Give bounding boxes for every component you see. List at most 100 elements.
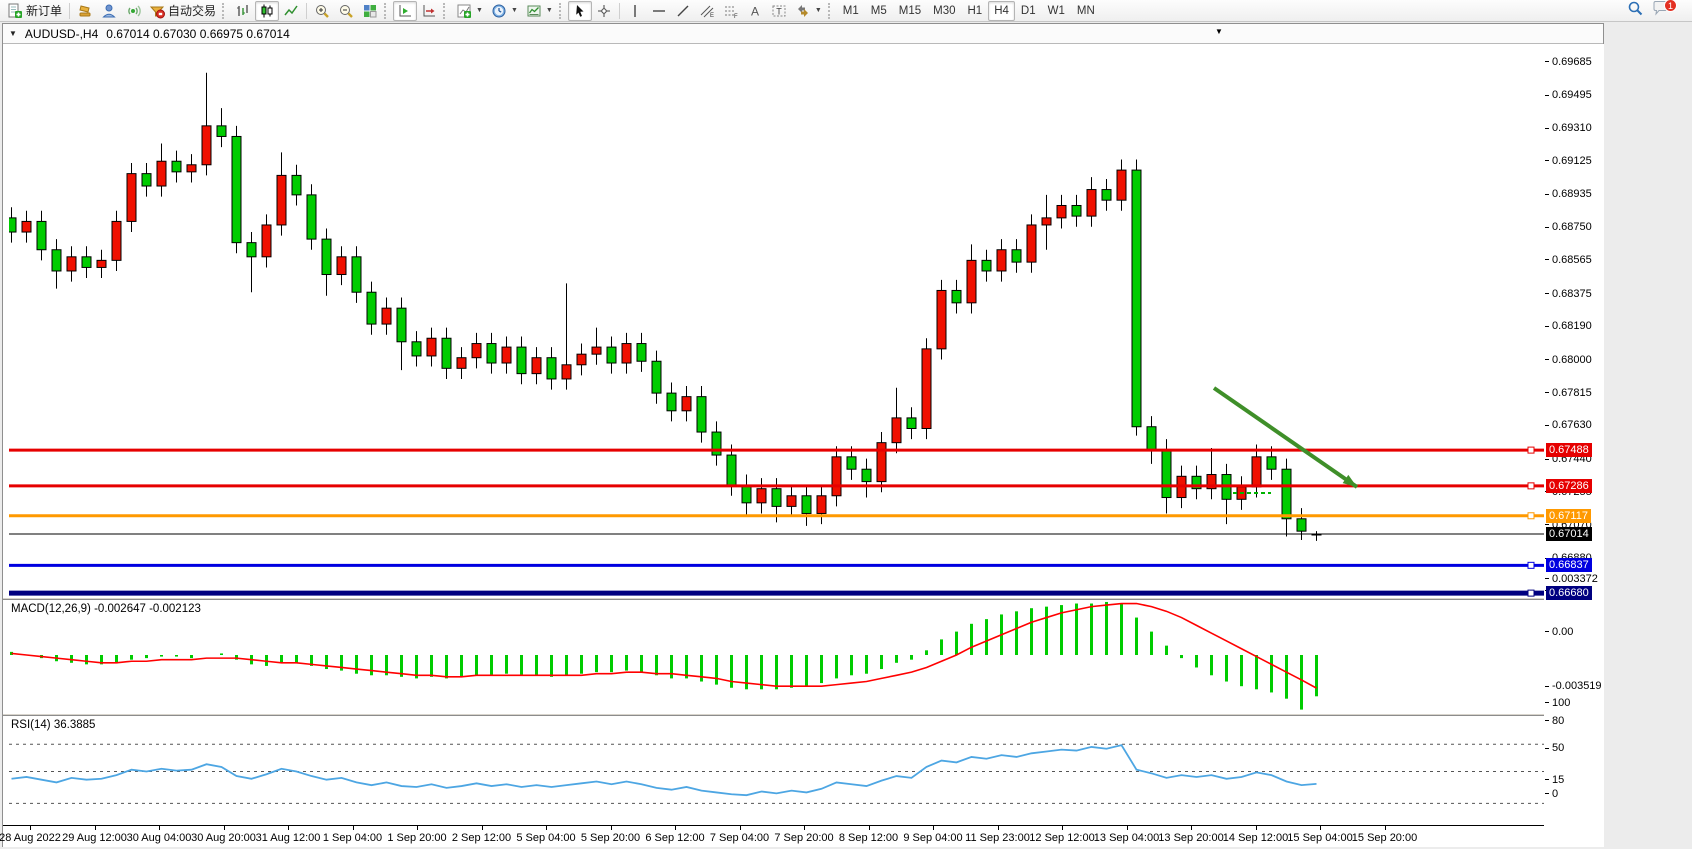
chart-title-bar[interactable]: ▼ AUDUSD-,H4 0.67014 0.67030 0.66975 0.6… <box>3 24 1603 44</box>
candle-body[interactable] <box>247 243 256 257</box>
bar-chart-type-button[interactable] <box>231 1 255 21</box>
candle-body[interactable] <box>1042 218 1051 225</box>
tile-windows-button[interactable] <box>358 1 382 21</box>
candle-body[interactable] <box>382 308 391 324</box>
level-price-label[interactable]: 0.67286 <box>1546 479 1592 493</box>
community-button[interactable] <box>97 1 121 21</box>
level-handle[interactable] <box>1528 513 1534 519</box>
candle-body[interactable] <box>337 257 346 275</box>
candle-body[interactable] <box>532 358 541 374</box>
candle-body[interactable] <box>892 418 901 443</box>
candle-body[interactable] <box>1132 170 1141 427</box>
candle-body[interactable] <box>112 221 121 260</box>
text-button[interactable]: A <box>743 1 767 21</box>
crosshair-button[interactable] <box>592 1 616 21</box>
candle-body[interactable] <box>832 457 841 496</box>
time-axis[interactable]: 28 Aug 202229 Aug 12:0030 Aug 04:0030 Au… <box>3 825 1544 847</box>
level-handle[interactable] <box>1528 483 1534 489</box>
candle-body[interactable] <box>1057 205 1066 217</box>
candle-body[interactable] <box>352 257 361 292</box>
candle-body[interactable] <box>367 292 376 324</box>
candle-body[interactable] <box>97 260 106 267</box>
rsi-pane[interactable] <box>9 716 1544 825</box>
candle-body[interactable] <box>67 257 76 271</box>
candle-body[interactable] <box>1072 205 1081 216</box>
arrows-button[interactable]: ▼ <box>791 1 826 21</box>
candle-body[interactable] <box>862 469 871 481</box>
candle-body[interactable] <box>412 342 421 356</box>
candle-body[interactable] <box>1267 457 1276 469</box>
candle-body[interactable] <box>697 397 706 432</box>
candle-body[interactable] <box>757 489 766 503</box>
level-price-label[interactable]: 0.66680 <box>1546 586 1592 600</box>
candle-body[interactable] <box>142 174 151 186</box>
candle-body[interactable] <box>217 126 226 137</box>
candle-body[interactable] <box>1102 190 1111 201</box>
candle-body[interactable] <box>517 347 526 374</box>
candle-body[interactable] <box>232 136 241 242</box>
zoom-out-button[interactable] <box>334 1 358 21</box>
timeframe-button-MN[interactable]: MN <box>1071 1 1101 21</box>
candle-body[interactable] <box>1162 450 1171 498</box>
candle-body[interactable] <box>847 457 856 469</box>
trendline-button[interactable] <box>671 1 695 21</box>
candle-body[interactable] <box>937 290 946 348</box>
candle-body[interactable] <box>82 257 91 268</box>
candle-body[interactable] <box>787 496 796 507</box>
candle-body[interactable] <box>982 260 991 271</box>
candle-body[interactable] <box>262 225 271 257</box>
search-icon[interactable] <box>1627 0 1644 22</box>
candle-body[interactable] <box>187 165 196 172</box>
candle-body[interactable] <box>442 338 451 368</box>
chart-shift-button[interactable] <box>417 1 441 21</box>
candle-body[interactable] <box>1147 427 1156 450</box>
candle-body[interactable] <box>1282 469 1291 519</box>
autotrade-button[interactable]: 自动交易 <box>145 1 220 21</box>
history-center-button[interactable] <box>73 1 97 21</box>
candle-body[interactable] <box>622 344 631 363</box>
timeframe-button-H1[interactable]: H1 <box>962 1 989 21</box>
candle-body[interactable] <box>9 218 16 232</box>
candle-body[interactable] <box>922 349 931 429</box>
candle-body[interactable] <box>1012 250 1021 262</box>
candle-body[interactable] <box>952 290 961 302</box>
zoom-in-button[interactable] <box>310 1 334 21</box>
candle-body[interactable] <box>967 260 976 302</box>
fibonacci-button[interactable]: F <box>719 1 743 21</box>
horizontal-line-button[interactable] <box>647 1 671 21</box>
timeframe-button-M1[interactable]: M1 <box>837 1 865 21</box>
candle-body[interactable] <box>157 161 166 186</box>
candle-body[interactable] <box>577 354 586 365</box>
candle-body[interactable] <box>667 393 676 411</box>
candle-body[interactable] <box>487 344 496 363</box>
candle-body[interactable] <box>1252 457 1261 487</box>
timeframe-button-M5[interactable]: M5 <box>865 1 893 21</box>
candle-body[interactable] <box>997 250 1006 271</box>
equidistant-channel-button[interactable]: E <box>695 1 719 21</box>
candle-body[interactable] <box>907 418 916 429</box>
candle-body[interactable] <box>277 175 286 225</box>
macd-pane[interactable] <box>9 600 1544 713</box>
level-handle[interactable] <box>1528 562 1534 568</box>
candle-body[interactable] <box>202 126 211 165</box>
level-price-label[interactable]: 0.67488 <box>1546 443 1592 457</box>
candle-body[interactable] <box>457 358 466 369</box>
level-price-label[interactable]: 0.66837 <box>1546 558 1592 572</box>
candle-body[interactable] <box>322 239 331 274</box>
candle-body[interactable] <box>607 347 616 363</box>
candle-body[interactable] <box>652 361 661 393</box>
candle-body[interactable] <box>817 496 826 514</box>
signal-button[interactable] <box>121 1 145 21</box>
level-price-label[interactable]: 0.67014 <box>1546 527 1592 541</box>
timeframe-button-M15[interactable]: M15 <box>893 1 927 21</box>
candle-body[interactable] <box>502 347 511 363</box>
candle-body[interactable] <box>562 365 571 379</box>
cursor-button[interactable] <box>568 1 592 21</box>
chart-dropdown-icon[interactable]: ▼ <box>9 29 17 38</box>
price-chart-pane[interactable] <box>9 44 1544 597</box>
candle-body[interactable] <box>682 397 691 411</box>
candle-body[interactable] <box>172 161 181 172</box>
candle-body[interactable] <box>742 485 751 503</box>
candle-body[interactable] <box>22 221 31 232</box>
candle-body[interactable] <box>547 358 556 379</box>
